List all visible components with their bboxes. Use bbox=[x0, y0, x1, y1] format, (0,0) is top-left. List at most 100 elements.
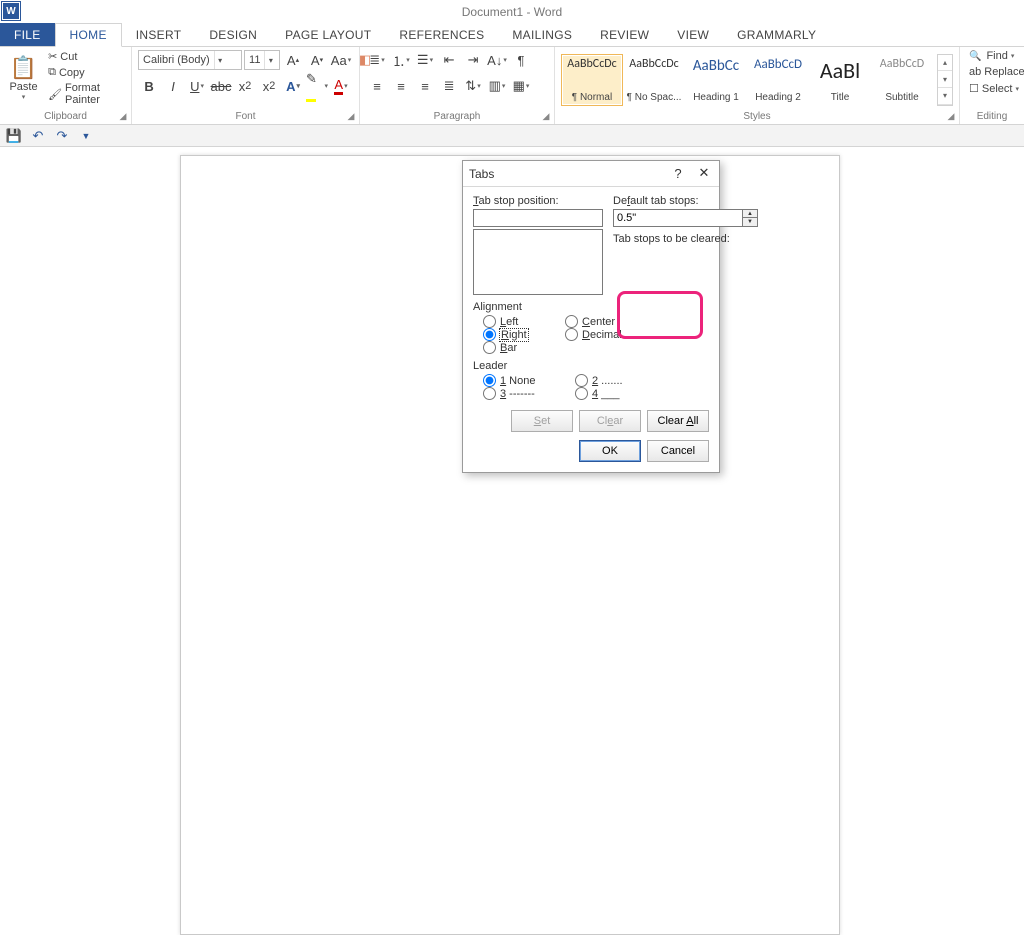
style-title[interactable]: AaBlTitle bbox=[809, 54, 871, 106]
superscript-button[interactable]: x2 bbox=[258, 75, 280, 97]
sort-button[interactable]: A↓ bbox=[486, 49, 508, 71]
undo-button[interactable]: ↶ bbox=[28, 127, 48, 145]
styles-expand-icon: ▾ bbox=[938, 88, 952, 105]
borders-button[interactable]: ▦ bbox=[510, 75, 532, 97]
style-heading-1[interactable]: AaBbCcHeading 1 bbox=[685, 54, 747, 106]
styles-dialog-launcher-icon[interactable]: ◢ bbox=[945, 110, 957, 122]
numbering-icon: ⒈ bbox=[392, 51, 405, 70]
italic-button[interactable]: I bbox=[162, 75, 184, 97]
cut-button[interactable]: ✂Cut bbox=[45, 49, 125, 64]
ok-button[interactable]: OK bbox=[579, 440, 641, 462]
font-dialog-launcher-icon[interactable]: ◢ bbox=[345, 110, 357, 122]
style--no-spac-[interactable]: AaBbCcDc¶ No Spac... bbox=[623, 54, 685, 106]
save-button[interactable]: 💾 bbox=[4, 127, 24, 145]
style-preview: AaBbCcDc bbox=[629, 57, 678, 71]
leader-section: Leader 1 None 2 ....... 3 ------- 4 ___ bbox=[473, 360, 709, 400]
quick-access-toolbar: 💾 ↶ ↷ ▼ bbox=[0, 125, 1024, 147]
clear-all-button[interactable]: Clear All bbox=[647, 410, 709, 432]
underline-button[interactable]: U bbox=[186, 75, 208, 97]
style--normal[interactable]: AaBbCcDc¶ Normal bbox=[561, 54, 623, 106]
bold-button[interactable]: B bbox=[138, 75, 160, 97]
redo-button[interactable]: ↷ bbox=[52, 127, 72, 145]
align-right-button[interactable]: ≡ bbox=[414, 75, 436, 97]
show-marks-button[interactable]: ¶ bbox=[510, 49, 532, 71]
change-case-button[interactable]: Aa bbox=[330, 49, 352, 71]
strikethrough-button[interactable]: abc bbox=[210, 75, 232, 97]
justify-button[interactable]: ≣ bbox=[438, 75, 460, 97]
tab-file[interactable]: FILE bbox=[0, 23, 55, 46]
tab-page-layout[interactable]: PAGE LAYOUT bbox=[271, 23, 385, 46]
align-bar-radio[interactable]: Bar bbox=[483, 341, 547, 354]
font-size-combo[interactable]: 11▾ bbox=[244, 50, 280, 70]
increase-indent-button[interactable]: ⇥ bbox=[462, 49, 484, 71]
clipboard-dialog-launcher-icon[interactable]: ◢ bbox=[117, 110, 129, 122]
paragraph-dialog-launcher-icon[interactable]: ◢ bbox=[540, 110, 552, 122]
default-tab-stops-input[interactable] bbox=[613, 209, 743, 227]
style-heading-2[interactable]: AaBbCcDHeading 2 bbox=[747, 54, 809, 106]
leader-dots-radio[interactable]: 2 ....... bbox=[575, 374, 649, 387]
tab-stop-position-label: Tab stop position: bbox=[473, 195, 603, 207]
tab-references[interactable]: REFERENCES bbox=[385, 23, 498, 46]
group-editing: Find ▾ abReplace ☐Select ▾ Editing bbox=[960, 47, 1024, 124]
tab-stop-position-input[interactable] bbox=[473, 209, 603, 227]
default-tab-stops-spinner[interactable]: ▲▼ bbox=[613, 209, 758, 227]
dialog-close-button[interactable]: ✕ bbox=[693, 163, 715, 183]
shrink-font-button[interactable]: A▾ bbox=[306, 49, 328, 71]
tab-insert[interactable]: INSERT bbox=[122, 23, 196, 46]
align-center-radio[interactable]: Center bbox=[565, 315, 629, 328]
highlight-color-button[interactable]: ✎ bbox=[306, 75, 328, 97]
text-effects-button[interactable]: A bbox=[282, 75, 304, 97]
spin-up-icon[interactable]: ▲ bbox=[743, 210, 757, 218]
font-name-combo[interactable]: Calibri (Body)▾ bbox=[138, 50, 242, 70]
cancel-button[interactable]: Cancel bbox=[647, 440, 709, 462]
tab-design[interactable]: DESIGN bbox=[195, 23, 271, 46]
format-painter-button[interactable]: 🖌Format Painter bbox=[45, 81, 125, 107]
leader-dashes-radio[interactable]: 3 ------- bbox=[483, 387, 557, 400]
window-title: Document1 - Word bbox=[462, 5, 562, 19]
align-decimal-radio[interactable]: Decimal bbox=[565, 328, 629, 341]
grow-font-button[interactable]: A▴ bbox=[282, 49, 304, 71]
qat-customize-button[interactable]: ▼ bbox=[76, 127, 96, 145]
paste-button[interactable]: 📋 Paste ▾ bbox=[6, 49, 41, 107]
copy-button[interactable]: ⧉Copy bbox=[45, 65, 125, 80]
leader-none-radio[interactable]: 1 None bbox=[483, 374, 557, 387]
subscript-button[interactable]: x2 bbox=[234, 75, 256, 97]
undo-icon: ↶ bbox=[33, 128, 44, 144]
spin-down-icon[interactable]: ▼ bbox=[743, 218, 757, 226]
replace-button[interactable]: abReplace bbox=[966, 65, 1024, 79]
tab-stop-list[interactable] bbox=[473, 229, 603, 295]
tab-home[interactable]: HOME bbox=[55, 23, 122, 47]
paste-label: Paste bbox=[9, 81, 37, 93]
dialog-titlebar[interactable]: Tabs ? ✕ bbox=[463, 161, 719, 187]
decrease-indent-button[interactable]: ⇤ bbox=[438, 49, 460, 71]
dialog-help-button[interactable]: ? bbox=[667, 163, 689, 183]
clear-button[interactable]: Clear bbox=[579, 410, 641, 432]
align-left-button[interactable]: ≡ bbox=[366, 75, 388, 97]
tab-view[interactable]: VIEW bbox=[663, 23, 723, 46]
shading-button[interactable]: ▥ bbox=[486, 75, 508, 97]
multilevel-list-button[interactable]: ☰ bbox=[414, 49, 436, 71]
numbering-button[interactable]: ⒈ bbox=[390, 49, 412, 71]
group-paragraph: ≣ ⒈ ☰ ⇤ ⇥ A↓ ¶ ≡ ≡ ≡ ≣ ⇅ ▥ ▦ Paragraph ◢ bbox=[360, 47, 555, 124]
style-subtitle[interactable]: AaBbCcDSubtitle bbox=[871, 54, 933, 106]
select-button[interactable]: ☐Select ▾ bbox=[966, 81, 1024, 96]
tab-grammarly[interactable]: GRAMMARLY bbox=[723, 23, 830, 46]
tab-review[interactable]: REVIEW bbox=[586, 23, 663, 46]
default-tab-stops-label: Default tab stops: bbox=[613, 195, 758, 207]
set-button[interactable]: Set bbox=[511, 410, 573, 432]
find-button[interactable]: Find ▾ bbox=[966, 49, 1024, 63]
bullets-button[interactable]: ≣ bbox=[366, 49, 388, 71]
line-spacing-button[interactable]: ⇅ bbox=[462, 75, 484, 97]
leader-underline-radio[interactable]: 4 ___ bbox=[575, 387, 649, 400]
align-left-radio[interactable]: Left bbox=[483, 315, 547, 328]
align-right-radio[interactable]: Right bbox=[483, 328, 547, 341]
title-bar: W Document1 - Word bbox=[0, 0, 1024, 23]
styles-more-button[interactable]: ▴ ▾ ▾ bbox=[937, 54, 953, 106]
tab-mailings[interactable]: MAILINGS bbox=[498, 23, 586, 46]
font-color-button[interactable]: A bbox=[330, 75, 352, 97]
group-label-styles: Styles bbox=[561, 110, 953, 124]
bucket-icon: ▥ bbox=[489, 78, 501, 94]
align-center-button[interactable]: ≡ bbox=[390, 75, 412, 97]
font-name-value: Calibri (Body) bbox=[139, 54, 214, 66]
group-label-paragraph: Paragraph bbox=[366, 110, 548, 124]
